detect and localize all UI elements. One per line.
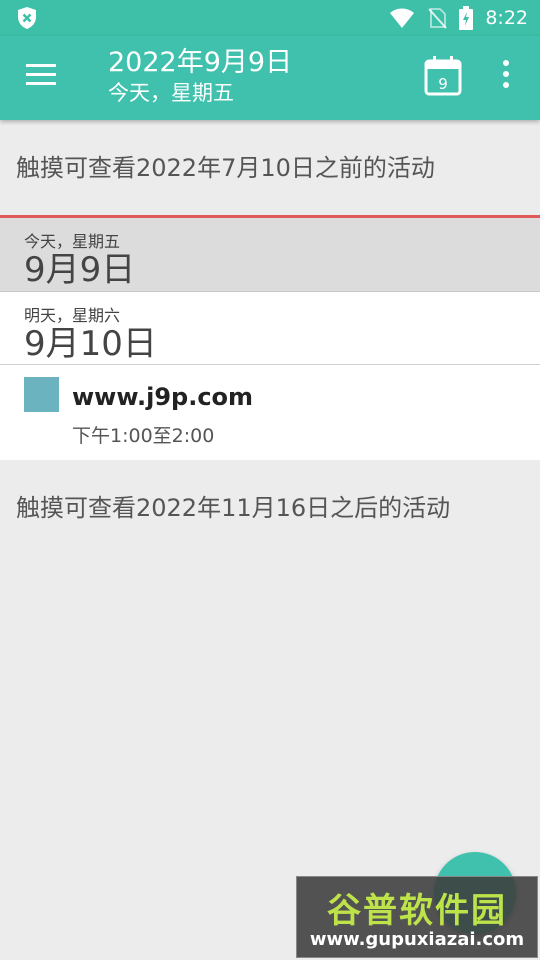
- page-subtitle: 今天，星期五: [108, 81, 234, 105]
- calendar-day-number: 9: [438, 75, 448, 93]
- no-sim-icon: [428, 8, 448, 29]
- load-earlier-events[interactable]: 触摸可查看2022年7月10日之前的活动: [0, 120, 540, 216]
- watermark-title: 谷普软件园: [327, 891, 507, 931]
- page-title: 2022年9月9日: [108, 47, 293, 78]
- more-options-icon[interactable]: [496, 60, 516, 96]
- wifi-icon: [390, 8, 415, 28]
- status-bar: 8:22: [0, 0, 540, 36]
- app-bar: 2022年9月9日 今天，星期五 9: [0, 36, 540, 120]
- calendar-today-icon[interactable]: 9: [424, 56, 462, 96]
- event-title: www.j9p.com: [72, 383, 254, 411]
- status-time: 8:22: [485, 7, 528, 29]
- watermark-url: www.gupuxiazai.com: [309, 929, 525, 950]
- shield-x-icon: [18, 7, 36, 29]
- battery-charging-icon: [459, 6, 474, 30]
- day-header-date: 9月10日: [24, 324, 157, 364]
- day-header-today: 今天，星期五 9月9日: [0, 218, 540, 292]
- event-time: 下午1:00至2:00: [72, 425, 215, 447]
- day-header-tomorrow: 明天，星期六 9月10日: [0, 292, 540, 365]
- event-color-swatch: [24, 377, 59, 412]
- load-later-events[interactable]: 触摸可查看2022年11月16日之后的活动: [0, 460, 540, 556]
- title-block[interactable]: 2022年9月9日 今天，星期五: [108, 46, 292, 106]
- day-header-date: 9月9日: [24, 250, 136, 290]
- menu-icon[interactable]: [26, 64, 58, 92]
- watermark-logo: 谷普软件园 www.gupuxiazai.com: [296, 876, 538, 958]
- event-item[interactable]: www.j9p.com 下午1:00至2:00: [0, 365, 540, 460]
